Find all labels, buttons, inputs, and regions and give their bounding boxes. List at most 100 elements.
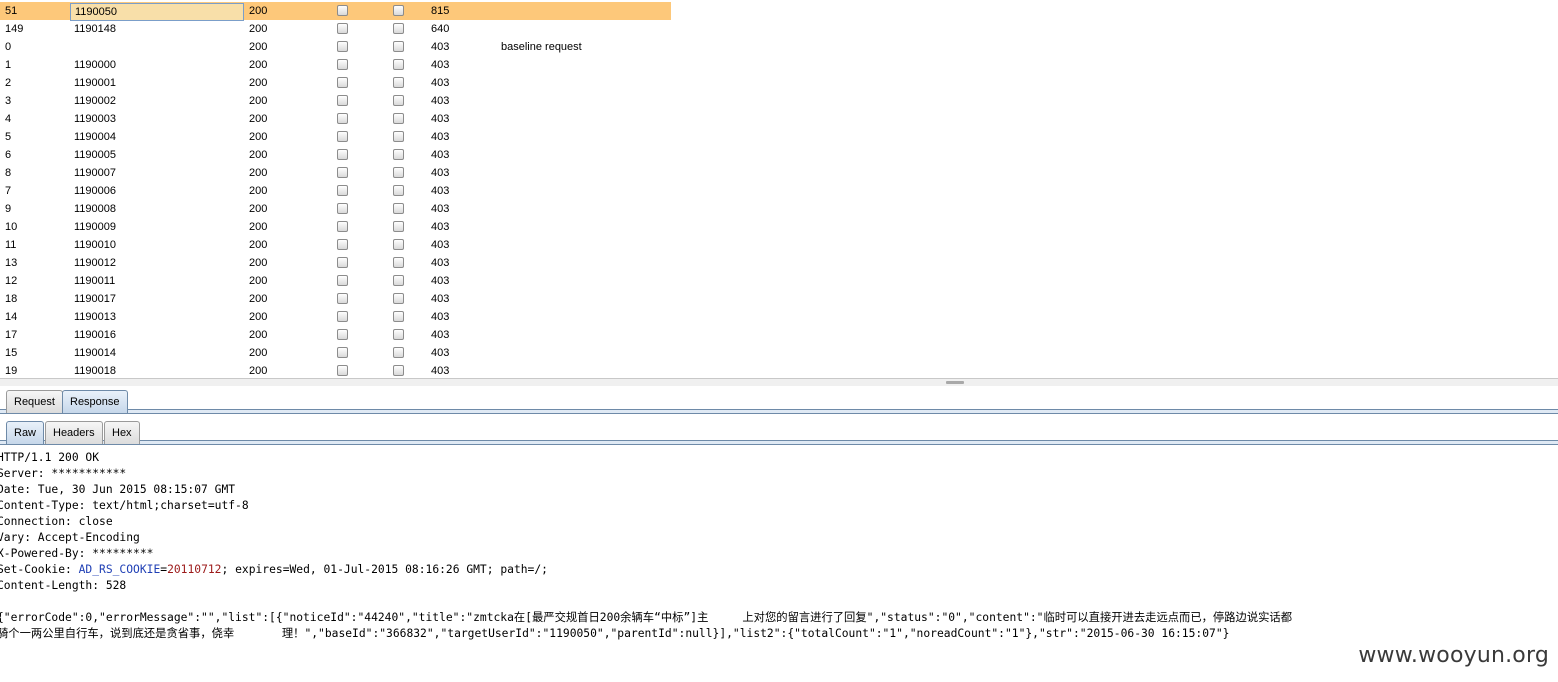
error-checkbox[interactable] bbox=[337, 329, 348, 340]
status-cell: 200 bbox=[249, 221, 268, 233]
timeout-checkbox[interactable] bbox=[393, 149, 404, 160]
error-checkbox[interactable] bbox=[337, 221, 348, 232]
status-cell: 200 bbox=[249, 41, 268, 53]
cookie-suffix: ; expires=Wed, 01-Jul-2015 08:16:26 GMT;… bbox=[221, 563, 548, 576]
error-checkbox[interactable] bbox=[337, 203, 348, 214]
timeout-checkbox[interactable] bbox=[393, 23, 404, 34]
error-checkbox[interactable] bbox=[337, 293, 348, 304]
request-index: 11 bbox=[5, 239, 17, 251]
table-row[interactable]: 13 1190012 200 403 bbox=[0, 254, 671, 272]
table-row[interactable]: 6 1190005 200 403 bbox=[0, 146, 671, 164]
tab-request[interactable]: Request bbox=[6, 390, 63, 413]
timeout-checkbox[interactable] bbox=[393, 347, 404, 358]
error-checkbox[interactable] bbox=[337, 77, 348, 88]
table-row[interactable]: 10 1190009 200 403 bbox=[0, 218, 671, 236]
error-checkbox[interactable] bbox=[337, 95, 348, 106]
table-row[interactable]: 11 1190010 200 403 bbox=[0, 236, 671, 254]
checkbox-icon bbox=[337, 77, 348, 88]
payload-cell: 1190011 bbox=[74, 275, 116, 287]
timeout-checkbox[interactable] bbox=[393, 275, 404, 286]
timeout-checkbox[interactable] bbox=[393, 203, 404, 214]
timeout-checkbox[interactable] bbox=[393, 167, 404, 178]
header-line: Server: *********** bbox=[0, 467, 127, 480]
tab-raw[interactable]: Raw bbox=[6, 421, 45, 444]
timeout-checkbox[interactable] bbox=[393, 131, 404, 142]
error-checkbox[interactable] bbox=[337, 5, 348, 16]
error-checkbox[interactable] bbox=[337, 23, 348, 34]
error-checkbox[interactable] bbox=[337, 365, 348, 376]
table-row[interactable]: 8 1190007 200 403 bbox=[0, 164, 671, 182]
table-row[interactable]: 2 1190001 200 403 bbox=[0, 74, 671, 92]
request-index: 2 bbox=[5, 77, 12, 89]
tab-headers[interactable]: Headers bbox=[45, 421, 103, 444]
error-checkbox[interactable] bbox=[337, 275, 348, 286]
timeout-checkbox[interactable] bbox=[393, 239, 404, 250]
request-index: 1 bbox=[5, 59, 12, 71]
tab-hex[interactable]: Hex bbox=[104, 421, 140, 444]
timeout-checkbox[interactable] bbox=[393, 185, 404, 196]
checkbox-icon bbox=[393, 185, 404, 196]
error-checkbox[interactable] bbox=[337, 113, 348, 124]
checkbox-icon bbox=[393, 257, 404, 268]
request-index: 149 bbox=[5, 23, 24, 35]
pane-splitter[interactable] bbox=[0, 378, 1558, 386]
timeout-checkbox[interactable] bbox=[393, 95, 404, 106]
tab-response[interactable]: Response bbox=[62, 390, 128, 413]
error-checkbox[interactable] bbox=[337, 185, 348, 196]
timeout-checkbox[interactable] bbox=[393, 59, 404, 70]
error-checkbox[interactable] bbox=[337, 257, 348, 268]
timeout-checkbox[interactable] bbox=[393, 329, 404, 340]
error-checkbox[interactable] bbox=[337, 239, 348, 250]
checkbox-icon bbox=[393, 239, 404, 250]
payload-cell: 1190017 bbox=[74, 293, 117, 305]
table-row[interactable]: 17 1190016 200 403 bbox=[0, 326, 671, 344]
response-viewer[interactable]: HTTP/1.1 200 OK Server: *********** Date… bbox=[0, 450, 1558, 642]
table-row[interactable]: 0 200 403 baseline request bbox=[0, 38, 671, 56]
length-cell: 403 bbox=[431, 131, 450, 143]
table-row[interactable]: 9 1190008 200 403 bbox=[0, 200, 671, 218]
splitter-grip-icon[interactable] bbox=[946, 381, 964, 384]
table-row[interactable]: 51 1190050 200 815 bbox=[0, 2, 671, 21]
timeout-checkbox[interactable] bbox=[393, 293, 404, 304]
cookie-name: AD_RS_COOKIE bbox=[78, 563, 161, 576]
table-row[interactable]: 15 1190014 200 403 bbox=[0, 344, 671, 362]
status-cell: 200 bbox=[249, 113, 268, 125]
error-checkbox[interactable] bbox=[337, 131, 348, 142]
payload-cell: 1190018 bbox=[74, 365, 117, 377]
timeout-checkbox[interactable] bbox=[393, 77, 404, 88]
checkbox-icon bbox=[337, 23, 348, 34]
status-cell: 200 bbox=[249, 185, 268, 197]
timeout-checkbox[interactable] bbox=[393, 365, 404, 376]
checkbox-icon bbox=[337, 95, 348, 106]
table-row[interactable]: 12 1190011 200 403 bbox=[0, 272, 671, 290]
error-checkbox[interactable] bbox=[337, 59, 348, 70]
error-checkbox[interactable] bbox=[337, 41, 348, 52]
table-row[interactable]: 18 1190017 200 403 bbox=[0, 290, 671, 308]
body-line: 骑个一两公里自行车，说到底还是贪省事，侥幸 理！","baseId":"3668… bbox=[0, 627, 1230, 640]
timeout-checkbox[interactable] bbox=[393, 113, 404, 124]
timeout-checkbox[interactable] bbox=[393, 257, 404, 268]
timeout-checkbox[interactable] bbox=[393, 311, 404, 322]
table-row[interactable]: 149 1190148 200 640 bbox=[0, 20, 671, 38]
error-checkbox[interactable] bbox=[337, 347, 348, 358]
table-row[interactable]: 3 1190002 200 403 bbox=[0, 92, 671, 110]
timeout-checkbox[interactable] bbox=[393, 221, 404, 232]
status-cell: 200 bbox=[249, 77, 268, 89]
table-row[interactable]: 7 1190006 200 403 bbox=[0, 182, 671, 200]
table-row[interactable]: 4 1190003 200 403 bbox=[0, 110, 671, 128]
cookie-value: 20110712 bbox=[167, 563, 222, 576]
error-checkbox[interactable] bbox=[337, 149, 348, 160]
timeout-checkbox[interactable] bbox=[393, 5, 404, 16]
error-checkbox[interactable] bbox=[337, 167, 348, 178]
status-cell: 200 bbox=[249, 203, 268, 215]
status-cell: 200 bbox=[249, 329, 268, 341]
payload-cell: 1190010 bbox=[74, 239, 117, 251]
error-checkbox[interactable] bbox=[337, 311, 348, 322]
checkbox-icon bbox=[393, 203, 404, 214]
table-row[interactable]: 14 1190013 200 403 bbox=[0, 308, 671, 326]
table-row[interactable]: 5 1190004 200 403 bbox=[0, 128, 671, 146]
timeout-checkbox[interactable] bbox=[393, 41, 404, 52]
length-cell: 403 bbox=[431, 185, 450, 197]
table-row[interactable]: 1 1190000 200 403 bbox=[0, 56, 671, 74]
request-index: 51 bbox=[5, 5, 18, 17]
